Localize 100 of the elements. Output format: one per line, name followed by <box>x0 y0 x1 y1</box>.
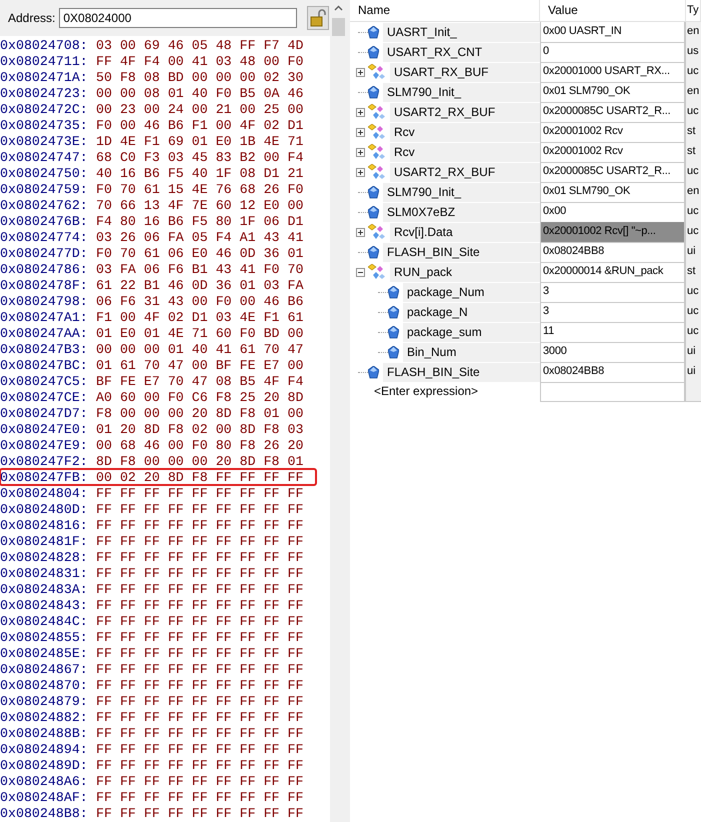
address-field[interactable]: 0X08024000 <box>59 8 298 28</box>
memory-address: 0x08024735: <box>0 118 89 132</box>
memory-address: 0x080247A1: <box>0 310 89 324</box>
variable-name[interactable]: SLM790_Init_ <box>383 182 540 202</box>
variable-type: us <box>686 42 701 63</box>
memory-address: 0x0802478F: <box>0 278 89 292</box>
gem-cluster-icon <box>368 104 386 120</box>
variable-type: ui <box>686 242 701 263</box>
memory-address: 0x080247BC: <box>0 358 89 372</box>
variable-name[interactable]: Bin_Num <box>403 342 540 362</box>
memory-address: 0x08024843: <box>0 598 89 612</box>
memory-address: 0x08024774: <box>0 230 89 244</box>
variable-name[interactable]: USART2_RX_BUF <box>390 102 540 122</box>
memory-address: 0x08024894: <box>0 742 89 756</box>
variable-type: uc <box>686 282 701 303</box>
memory-bytes: F4 80 16 B6 F5 80 1F 06 D1 <box>96 214 304 228</box>
memory-bytes: A0 60 00 F0 C6 F8 25 20 8D <box>96 390 304 404</box>
memory-address: 0x08024786: <box>0 262 89 276</box>
memory-bytes: 68 C0 F3 03 45 83 B2 00 F4 <box>96 150 304 164</box>
memory-address: 0x08024855: <box>0 630 89 644</box>
gem-icon <box>368 26 379 38</box>
memory-bytes: FF FF FF FF FF FF FF FF FF <box>96 550 304 564</box>
memory-bytes: FF FF FF FF FF FF FF FF FF <box>96 694 304 708</box>
variable-name[interactable]: Rcv <box>390 142 540 162</box>
memory-address: 0x0802481F: <box>0 534 89 548</box>
column-header[interactable]: Name <box>350 0 540 21</box>
variable-type: st <box>686 262 701 283</box>
memory-bytes: 50 F8 08 BD 00 00 00 02 30 <box>96 70 304 84</box>
memory-bytes: 8D F8 00 00 00 20 8D F8 01 <box>96 454 304 468</box>
memory-bytes: FF FF FF FF FF FF FF FF FF <box>96 806 304 820</box>
address-label: Address: <box>8 11 56 25</box>
variable-type: uc <box>686 62 701 83</box>
enter-expression-row[interactable]: <Enter expression> <box>350 382 478 401</box>
memory-address: 0x0802471A: <box>0 70 89 84</box>
gem-cluster-icon <box>368 144 386 160</box>
memory-bytes: 70 66 13 4F 7E 60 12 E0 00 <box>96 198 304 212</box>
variable-name[interactable]: Rcv <box>390 122 540 142</box>
gem-icon <box>388 306 399 318</box>
expand-button[interactable] <box>356 108 365 116</box>
expand-button[interactable] <box>356 148 365 156</box>
variable-name[interactable]: SLM790_Init_ <box>383 82 540 102</box>
variable-type: uc <box>686 162 701 183</box>
chevron-up-icon <box>334 5 342 11</box>
memory-bytes: 40 16 B6 F5 40 1F 08 D1 21 <box>96 166 304 180</box>
expand-button[interactable] <box>356 68 365 76</box>
variable-type: uc <box>686 202 701 223</box>
gem-cluster-icon <box>368 64 386 80</box>
memory-address: 0x08024711: <box>0 54 89 68</box>
column-header[interactable]: Value <box>540 0 686 21</box>
variable-name[interactable]: USART_RX_CNT <box>383 42 540 62</box>
lock-button[interactable] <box>307 6 330 30</box>
memory-bytes: 1D 4E F1 69 01 E0 1B 4E 71 <box>96 134 304 148</box>
variable-name[interactable]: UASRT_Init_ <box>383 22 540 42</box>
memory-address: 0x08024828: <box>0 550 89 564</box>
variable-name[interactable]: USART2_RX_BUF <box>390 162 540 182</box>
memory-bytes: FF FF FF FF FF FF FF FF FF <box>96 790 304 804</box>
memory-address: 0x0802480D: <box>0 502 89 516</box>
variable-value[interactable]: 0x20001002 Rcv[] "~p... <box>540 222 686 243</box>
memory-bytes: F0 70 61 15 4E 76 68 26 F0 <box>96 182 304 196</box>
memory-address: 0x080248B8: <box>0 806 89 820</box>
memory-address: 0x08024798: <box>0 294 89 308</box>
memory-bytes: FF FF FF FF FF FF FF FF FF <box>96 646 304 660</box>
memory-bytes: F8 00 00 00 20 8D F8 01 00 <box>96 406 304 420</box>
expand-button[interactable] <box>356 128 365 136</box>
variable-name[interactable]: FLASH_BIN_Site <box>383 362 540 382</box>
memory-address: 0x08024708: <box>0 38 89 52</box>
variable-type: st <box>686 142 701 163</box>
gem-icon <box>388 286 399 298</box>
memory-address: 0x0802473E: <box>0 134 89 148</box>
expand-button[interactable] <box>356 168 365 176</box>
memory-address: 0x08024750: <box>0 166 89 180</box>
memory-address: 0x080247CE: <box>0 390 89 404</box>
variable-type: en <box>686 82 701 103</box>
variable-type: en <box>686 22 701 43</box>
expand-button[interactable] <box>356 228 365 236</box>
memory-bytes: F0 00 46 B6 F1 00 4F 02 D1 <box>96 118 304 132</box>
variable-name[interactable]: package_sum <box>403 322 540 342</box>
variable-name[interactable]: Rcv[i].Data <box>390 222 540 242</box>
memory-address: 0x0802472C: <box>0 102 89 116</box>
memory-bytes: FF FF FF FF FF FF FF FF FF <box>96 662 304 676</box>
memory-bytes: 01 61 70 47 00 BF FE E7 00 <box>96 358 304 372</box>
memory-address: 0x08024867: <box>0 662 89 676</box>
column-header[interactable]: Ty <box>686 0 701 21</box>
variable-name[interactable]: SLM0X7eBZ <box>383 202 540 222</box>
plus-icon <box>357 128 364 136</box>
collapse-button[interactable] <box>356 268 365 276</box>
memory-address: 0x08024759: <box>0 182 89 196</box>
gem-icon <box>388 326 399 338</box>
variable-name[interactable]: RUN_pack <box>390 262 540 282</box>
memory-address: 0x080247FB: <box>0 470 89 484</box>
memory-bytes: FF FF FF FF FF FF FF FF FF <box>96 630 304 644</box>
scrollbar-thumb[interactable] <box>332 18 344 36</box>
variable-name[interactable]: USART_RX_BUF <box>390 62 540 82</box>
memory-bytes: FF FF FF FF FF FF FF FF FF <box>96 598 304 612</box>
variable-name[interactable]: FLASH_BIN_Site <box>383 242 540 262</box>
memory-address: 0x080247C5: <box>0 374 89 388</box>
memory-address: 0x0802488B: <box>0 726 89 740</box>
variable-name[interactable]: package_N <box>403 302 540 322</box>
scrollbar[interactable] <box>330 0 346 822</box>
variable-name[interactable]: package_Num <box>403 282 540 302</box>
